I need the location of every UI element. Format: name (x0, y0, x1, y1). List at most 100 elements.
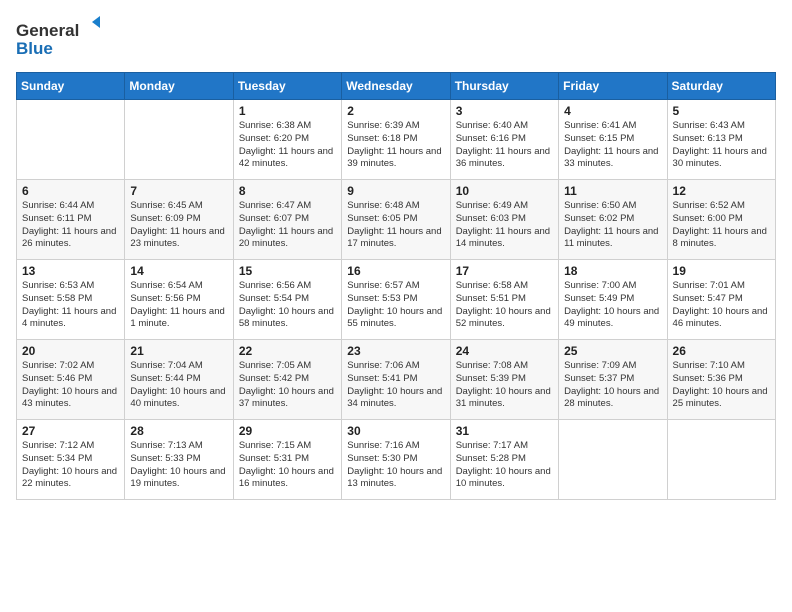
cell-info: Sunrise: 7:00 AMSunset: 5:49 PMDaylight:… (564, 280, 661, 331)
column-header-thursday: Thursday (450, 73, 558, 100)
cell-info: Sunrise: 7:16 AMSunset: 5:30 PMDaylight:… (347, 440, 444, 491)
day-number: 3 (456, 104, 553, 118)
calendar-cell: 4 Sunrise: 6:41 AMSunset: 6:15 PMDaylight… (559, 100, 667, 180)
calendar-cell: 20 Sunrise: 7:02 AMSunset: 5:46 PMDayligh… (17, 340, 125, 420)
cell-info: Sunrise: 7:10 AMSunset: 5:36 PMDaylight:… (673, 360, 770, 411)
calendar-cell: 21Sunrise: 7:04 AMSunset: 5:44 PMDayligh… (125, 340, 233, 420)
calendar-cell: 2Sunrise: 6:39 AMSunset: 6:18 PMDaylight… (342, 100, 450, 180)
calendar-cell: 17Sunrise: 6:58 AMSunset: 5:51 PMDayligh… (450, 260, 558, 340)
day-number: 6 (22, 184, 119, 198)
page-header: General Blue (16, 16, 776, 60)
calendar-cell: 10 Sunrise: 6:49 AMSunset: 6:03 PMDayligh… (450, 180, 558, 260)
day-number: 8 (239, 184, 336, 198)
calendar-cell: 31 Sunrise: 7:17 AMSunset: 5:28 PMDayligh… (450, 420, 558, 500)
column-header-sunday: Sunday (17, 73, 125, 100)
calendar-table: SundayMondayTuesdayWednesdayThursdayFrid… (16, 72, 776, 500)
day-number: 22 (239, 344, 336, 358)
calendar-cell: 5 Sunrise: 6:43 AMSunset: 6:13 PMDaylight… (667, 100, 775, 180)
week-row-3: 13 Sunrise: 6:53 AMSunset: 5:58 PMDayligh… (17, 260, 776, 340)
cell-info: Sunrise: 6:44 AMSunset: 6:11 PMDaylight:… (22, 200, 119, 251)
week-row-5: 27 Sunrise: 7:12 AMSunset: 5:34 PMDayligh… (17, 420, 776, 500)
cell-info: Sunrise: 7:05 AMSunset: 5:42 PMDaylight:… (239, 360, 336, 411)
cell-info: Sunrise: 6:53 AMSunset: 5:58 PMDaylight:… (22, 280, 119, 331)
cell-info: Sunrise: 6:41 AMSunset: 6:15 PMDaylight:… (564, 120, 661, 171)
column-header-saturday: Saturday (667, 73, 775, 100)
calendar-cell (667, 420, 775, 500)
calendar-cell: 11Sunrise: 6:50 AMSunset: 6:02 PMDayligh… (559, 180, 667, 260)
header-row: SundayMondayTuesdayWednesdayThursdayFrid… (17, 73, 776, 100)
cell-info: Sunrise: 7:17 AMSunset: 5:28 PMDaylight:… (456, 440, 553, 491)
day-number: 29 (239, 424, 336, 438)
column-header-wednesday: Wednesday (342, 73, 450, 100)
cell-info: Sunrise: 6:40 AMSunset: 6:16 PMDaylight:… (456, 120, 553, 171)
calendar-cell: 9 Sunrise: 6:48 AMSunset: 6:05 PMDaylight… (342, 180, 450, 260)
day-number: 28 (130, 424, 227, 438)
calendar-cell: 28 Sunrise: 7:13 AMSunset: 5:33 PMDayligh… (125, 420, 233, 500)
cell-info: Sunrise: 6:47 AMSunset: 6:07 PMDaylight:… (239, 200, 336, 251)
calendar-cell: 12 Sunrise: 6:52 AMSunset: 6:00 PMDayligh… (667, 180, 775, 260)
day-number: 24 (456, 344, 553, 358)
day-number: 19 (673, 264, 770, 278)
cell-info: Sunrise: 6:58 AMSunset: 5:51 PMDaylight:… (456, 280, 553, 331)
calendar-cell: 7Sunrise: 6:45 AMSunset: 6:09 PMDaylight… (125, 180, 233, 260)
svg-text:General: General (16, 21, 79, 40)
calendar-cell: 18Sunrise: 7:00 AMSunset: 5:49 PMDayligh… (559, 260, 667, 340)
cell-info: Sunrise: 6:48 AMSunset: 6:05 PMDaylight:… (347, 200, 444, 251)
cell-info: Sunrise: 6:38 AMSunset: 6:20 PMDaylight:… (239, 120, 336, 171)
calendar-cell: 25 Sunrise: 7:09 AMSunset: 5:37 PMDayligh… (559, 340, 667, 420)
calendar-cell: 29 Sunrise: 7:15 AMSunset: 5:31 PMDayligh… (233, 420, 341, 500)
calendar-cell: 13 Sunrise: 6:53 AMSunset: 5:58 PMDayligh… (17, 260, 125, 340)
calendar-cell: 3 Sunrise: 6:40 AMSunset: 6:16 PMDaylight… (450, 100, 558, 180)
cell-info: Sunrise: 6:57 AMSunset: 5:53 PMDaylight:… (347, 280, 444, 331)
cell-info: Sunrise: 6:50 AMSunset: 6:02 PMDaylight:… (564, 200, 661, 251)
day-number: 2 (347, 104, 444, 118)
calendar-cell: 6 Sunrise: 6:44 AMSunset: 6:11 PMDaylight… (17, 180, 125, 260)
cell-info: Sunrise: 7:13 AMSunset: 5:33 PMDaylight:… (130, 440, 227, 491)
column-header-tuesday: Tuesday (233, 73, 341, 100)
cell-info: Sunrise: 6:54 AMSunset: 5:56 PMDaylight:… (130, 280, 227, 331)
day-number: 15 (239, 264, 336, 278)
day-number: 12 (673, 184, 770, 198)
day-number: 4 (564, 104, 661, 118)
calendar-cell: 1 Sunrise: 6:38 AMSunset: 6:20 PMDaylight… (233, 100, 341, 180)
cell-info: Sunrise: 7:02 AMSunset: 5:46 PMDaylight:… (22, 360, 119, 411)
day-number: 10 (456, 184, 553, 198)
calendar-cell: 26 Sunrise: 7:10 AMSunset: 5:36 PMDayligh… (667, 340, 775, 420)
day-number: 21 (130, 344, 227, 358)
calendar-cell: 19 Sunrise: 7:01 AMSunset: 5:47 PMDayligh… (667, 260, 775, 340)
calendar-cell: 14Sunrise: 6:54 AMSunset: 5:56 PMDayligh… (125, 260, 233, 340)
cell-info: Sunrise: 6:52 AMSunset: 6:00 PMDaylight:… (673, 200, 770, 251)
calendar-cell (17, 100, 125, 180)
calendar-cell (559, 420, 667, 500)
day-number: 30 (347, 424, 444, 438)
column-header-friday: Friday (559, 73, 667, 100)
cell-info: Sunrise: 7:09 AMSunset: 5:37 PMDaylight:… (564, 360, 661, 411)
cell-info: Sunrise: 7:08 AMSunset: 5:39 PMDaylight:… (456, 360, 553, 411)
day-number: 25 (564, 344, 661, 358)
cell-info: Sunrise: 7:06 AMSunset: 5:41 PMDaylight:… (347, 360, 444, 411)
day-number: 31 (456, 424, 553, 438)
day-number: 7 (130, 184, 227, 198)
day-number: 26 (673, 344, 770, 358)
day-number: 13 (22, 264, 119, 278)
calendar-cell: 24 Sunrise: 7:08 AMSunset: 5:39 PMDayligh… (450, 340, 558, 420)
cell-info: Sunrise: 6:49 AMSunset: 6:03 PMDaylight:… (456, 200, 553, 251)
cell-info: Sunrise: 7:12 AMSunset: 5:34 PMDaylight:… (22, 440, 119, 491)
week-row-4: 20 Sunrise: 7:02 AMSunset: 5:46 PMDayligh… (17, 340, 776, 420)
day-number: 9 (347, 184, 444, 198)
day-number: 20 (22, 344, 119, 358)
calendar-cell: 27 Sunrise: 7:12 AMSunset: 5:34 PMDayligh… (17, 420, 125, 500)
cell-info: Sunrise: 6:56 AMSunset: 5:54 PMDaylight:… (239, 280, 336, 331)
day-number: 27 (22, 424, 119, 438)
calendar-cell: 23Sunrise: 7:06 AMSunset: 5:41 PMDayligh… (342, 340, 450, 420)
day-number: 5 (673, 104, 770, 118)
svg-text:Blue: Blue (16, 39, 53, 58)
calendar-cell: 15 Sunrise: 6:56 AMSunset: 5:54 PMDayligh… (233, 260, 341, 340)
day-number: 1 (239, 104, 336, 118)
cell-info: Sunrise: 7:15 AMSunset: 5:31 PMDaylight:… (239, 440, 336, 491)
calendar-cell (125, 100, 233, 180)
calendar-cell: 22 Sunrise: 7:05 AMSunset: 5:42 PMDayligh… (233, 340, 341, 420)
cell-info: Sunrise: 6:43 AMSunset: 6:13 PMDaylight:… (673, 120, 770, 171)
logo-svg: General Blue (16, 16, 106, 60)
cell-info: Sunrise: 7:01 AMSunset: 5:47 PMDaylight:… (673, 280, 770, 331)
